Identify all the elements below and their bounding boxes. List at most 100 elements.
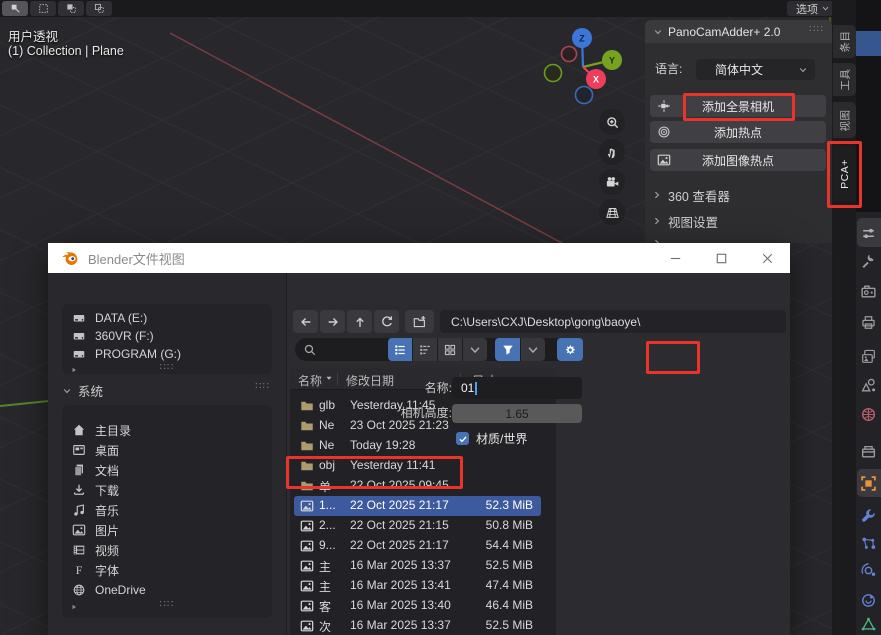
np-section-header[interactable]: 视图设置 — [652, 208, 822, 234]
material-world-checkbox[interactable] — [456, 432, 469, 445]
system-section-header[interactable]: 系统 ∷∷ — [62, 381, 272, 400]
mode-button-select-box-subtract[interactable] — [86, 1, 112, 16]
mode-button-select-box-new[interactable] — [30, 1, 56, 16]
nav-tool-camera-view[interactable] — [599, 169, 625, 195]
sidebar-tab-工具[interactable]: 工具 — [833, 63, 856, 96]
camera-height-input[interactable]: 1.65 — [452, 404, 582, 423]
gizmo-neg-z-ball[interactable] — [576, 87, 593, 104]
sidebar-tab-条目[interactable]: 条目 — [833, 25, 856, 58]
properties-tab-object-data[interactable] — [860, 616, 877, 633]
np-section-header[interactable]: 360 查看器 — [652, 182, 822, 208]
filter-settings-dropdown[interactable] — [521, 338, 545, 361]
file-row[interactable]: 2...22 Oct 2025 21:1550.8 MiB — [294, 516, 541, 536]
properties-tab-view-layer[interactable] — [860, 348, 877, 365]
properties-tab-render[interactable] — [860, 283, 877, 300]
panel-grip[interactable]: ∷∷ — [809, 24, 824, 35]
forward-button[interactable] — [320, 310, 345, 333]
file-row[interactable]: 主16 Mar 2025 13:3752.5 MiB — [294, 556, 541, 576]
new-folder-button[interactable] — [405, 310, 434, 333]
system-expander[interactable]: ∷∷ — [62, 600, 272, 613]
properties-tab-tool[interactable] — [860, 253, 877, 270]
system-item-music[interactable]: 音乐 — [62, 500, 272, 520]
system-item-home[interactable]: 主目录 — [62, 420, 272, 440]
gear-icon — [563, 343, 577, 357]
minimize-button[interactable] — [652, 243, 698, 273]
camera-name-input[interactable]: 01 — [452, 377, 582, 399]
resize-grip[interactable]: ∷∷ — [255, 381, 270, 392]
display-settings-dropdown[interactable] — [463, 338, 487, 361]
np-button-image-hotspot[interactable]: 添加图像热点 — [650, 149, 826, 171]
view-mode-horizontal-list-button[interactable] — [413, 338, 437, 361]
system-item-video[interactable]: 视频 — [62, 540, 272, 560]
file-row-selected[interactable]: 1...22 Oct 2025 21:1752.3 MiB — [294, 496, 541, 516]
properties-tab-constraints[interactable] — [860, 592, 877, 609]
panel-header[interactable]: PanoCamAdder+ 2.0 — [645, 20, 832, 43]
maximize-button[interactable] — [698, 243, 744, 273]
properties-tab-collection[interactable] — [860, 443, 877, 460]
image-file-icon — [300, 519, 314, 533]
np-section-label: 视图设置 — [668, 212, 718, 231]
image-file-icon — [300, 539, 314, 553]
file-date: 16 Mar 2025 13:40 — [350, 598, 451, 612]
sidebar-tab-PCA+[interactable]: PCA+ — [833, 147, 856, 201]
nav-tool-zoom[interactable] — [599, 109, 625, 135]
file-row[interactable]: 单22 Oct 2025 09:45 — [294, 476, 541, 496]
system-item-label: 桌面 — [95, 442, 119, 459]
volume-item[interactable]: PROGRAM (G:) — [62, 345, 272, 363]
refresh-button[interactable] — [374, 310, 399, 333]
mode-button-tweak-select[interactable] — [2, 1, 28, 16]
system-item-image[interactable]: 图片 — [62, 520, 272, 540]
properties-tab-properties-editor[interactable] — [860, 225, 877, 242]
drive-icon — [72, 347, 86, 361]
nav-tool-pan-hand[interactable] — [599, 139, 625, 165]
volumes-expander[interactable]: ∷∷ — [62, 363, 272, 376]
options-gear-button[interactable] — [557, 338, 583, 361]
mode-button-select-box-extend[interactable] — [58, 1, 84, 16]
system-item-label: 下载 — [95, 482, 119, 499]
resize-grip[interactable]: ∷∷ — [62, 362, 272, 373]
file-row[interactable]: 主16 Mar 2025 13:4147.4 MiB — [294, 576, 541, 596]
language-select[interactable]: 简体中文 — [696, 59, 815, 80]
np-button-hotspot[interactable]: 添加热点 — [650, 121, 826, 143]
properties-tab-particles[interactable] — [860, 535, 877, 552]
system-item-font[interactable]: F字体 — [62, 560, 272, 580]
file-row[interactable]: objYesterday 11:41 — [294, 456, 541, 476]
volume-item[interactable]: 360VR (F:) — [62, 327, 272, 345]
np-button-pano-camera[interactable]: 添加全景相机 — [650, 95, 826, 117]
system-item-documents[interactable]: 文档 — [62, 460, 272, 480]
volume-item[interactable]: DATA (E:) — [62, 309, 272, 327]
column-name[interactable]: 名称 — [298, 372, 322, 389]
filter-toggle-button[interactable] — [495, 338, 520, 361]
back-button[interactable] — [293, 310, 318, 333]
properties-tab-output[interactable] — [860, 314, 877, 331]
properties-tab-modifiers[interactable] — [860, 508, 877, 525]
view-mode-vertical-list-button[interactable] — [388, 338, 412, 361]
panel-section-clipped[interactable] — [652, 236, 822, 243]
path-input[interactable]: C:\Users\CXJ\Desktop\gong\baoye\ — [440, 310, 786, 333]
properties-tab-object[interactable] — [860, 475, 877, 492]
sidebar-tab-视图[interactable]: 视图 — [833, 102, 856, 138]
properties-tab-physics[interactable] — [860, 562, 877, 579]
system-item-download[interactable]: 下载 — [62, 480, 272, 500]
file-row[interactable]: 次16 Mar 2025 13:3752.5 MiB — [294, 616, 541, 635]
video-icon — [72, 543, 86, 557]
close-button[interactable] — [744, 243, 790, 273]
system-item-globe[interactable]: OneDrive — [62, 580, 272, 600]
properties-tab-scene[interactable] — [860, 377, 877, 394]
resize-grip[interactable]: ∷∷ — [62, 599, 272, 610]
folder-icon — [300, 419, 314, 433]
gizmo-neg-y-ball[interactable] — [545, 65, 562, 82]
nav-tool-toggle-grid[interactable] — [599, 199, 625, 225]
system-item-desktop[interactable]: 桌面 — [62, 440, 272, 460]
outliner-selected-row[interactable] — [856, 31, 881, 56]
file-row[interactable]: 客16 Mar 2025 13:4046.4 MiB — [294, 596, 541, 616]
file-row[interactable]: 9...22 Oct 2025 21:1754.4 MiB — [294, 536, 541, 556]
gizmo-neg-x-ball[interactable] — [562, 47, 577, 62]
dialog-titlebar[interactable]: Blender文件视图 — [48, 243, 790, 273]
properties-tab-world[interactable] — [860, 406, 877, 423]
chevron-down-icon — [821, 4, 830, 13]
viewport-navigation-gizmo[interactable]: Z Y X — [535, 22, 645, 114]
view-mode-thumbnails-button[interactable] — [438, 338, 462, 361]
file-size: 52.5 MiB — [486, 558, 533, 572]
parent-directory-button[interactable] — [347, 310, 372, 333]
